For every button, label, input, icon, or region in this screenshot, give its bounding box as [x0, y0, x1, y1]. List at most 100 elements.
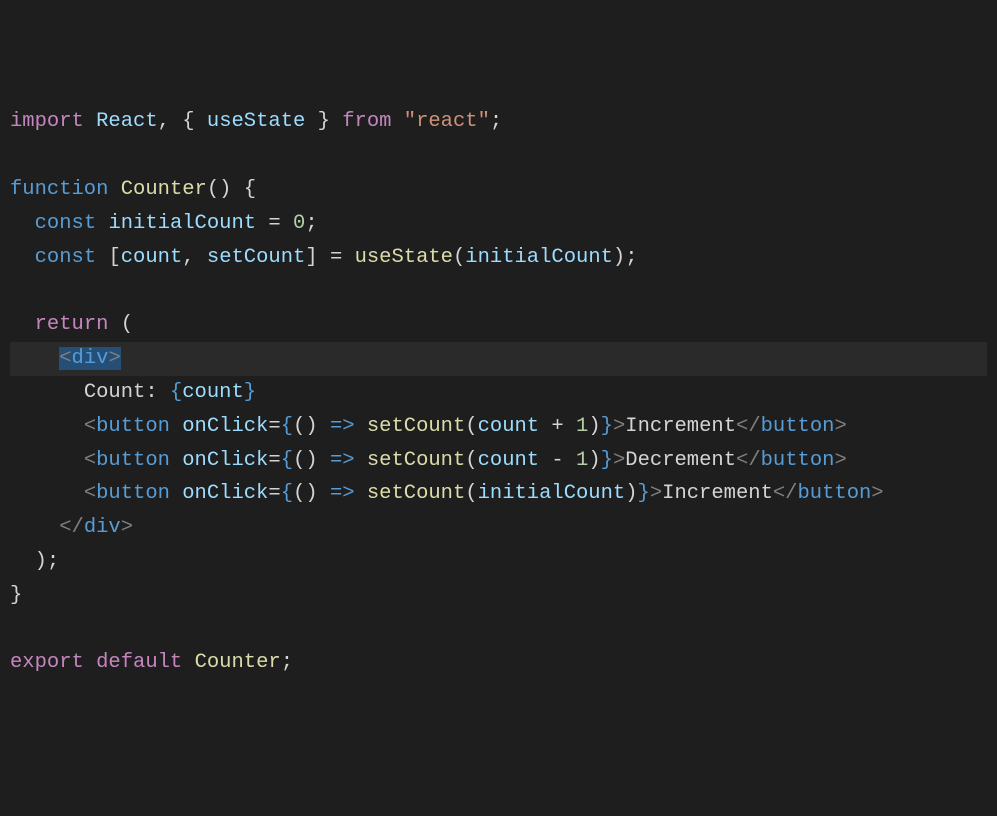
- keyword-const: const: [35, 212, 97, 235]
- paren: (: [293, 449, 305, 472]
- keyword-return: return: [35, 313, 109, 336]
- code-line: const initialCount = 0;: [10, 207, 987, 241]
- jsx-bracket: <: [59, 347, 71, 370]
- operator: =: [268, 212, 280, 235]
- identifier: initialCount: [478, 482, 626, 505]
- function-call: setCount: [367, 482, 465, 505]
- jsx-bracket: >: [613, 415, 625, 438]
- code-line: <button onClick={() => setCount(count - …: [10, 444, 987, 478]
- paren: (: [465, 415, 477, 438]
- paren: ): [305, 449, 317, 472]
- function-call: setCount: [367, 415, 465, 438]
- code-line: export default Counter;: [10, 646, 987, 680]
- jsx-text: Increment: [625, 415, 736, 438]
- code-line: <button onClick={() => setCount(initialC…: [10, 477, 987, 511]
- arrow: =>: [330, 482, 355, 505]
- identifier: initialCount: [465, 246, 613, 269]
- identifier: initialCount: [108, 212, 256, 235]
- jsx-brace: {: [170, 381, 182, 404]
- jsx-tag: div: [72, 347, 109, 370]
- keyword-function: function: [10, 178, 108, 201]
- semicolon: ;: [625, 246, 637, 269]
- arrow: =>: [330, 415, 355, 438]
- paren: (: [293, 482, 305, 505]
- bracket: [: [108, 246, 120, 269]
- keyword-export: export: [10, 651, 84, 674]
- semicolon: ;: [490, 110, 502, 133]
- comma: ,: [158, 110, 170, 133]
- paren: (: [465, 449, 477, 472]
- jsx-tag: button: [96, 449, 170, 472]
- identifier: count: [478, 449, 540, 472]
- code-line: <button onClick={() => setCount(count + …: [10, 410, 987, 444]
- jsx-attr: onClick: [182, 482, 268, 505]
- operator: -: [551, 449, 563, 472]
- brace: {: [182, 110, 194, 133]
- number: 1: [576, 449, 588, 472]
- keyword-from: from: [342, 110, 391, 133]
- code-line: </div>: [10, 511, 987, 545]
- jsx-bracket: >: [108, 347, 120, 370]
- jsx-tag: div: [84, 516, 121, 539]
- jsx-attr: onClick: [182, 415, 268, 438]
- jsx-bracket: >: [834, 415, 846, 438]
- jsx-bracket: <: [84, 482, 96, 505]
- jsx-tag: button: [96, 482, 170, 505]
- operator: =: [268, 415, 280, 438]
- paren: ): [219, 178, 231, 201]
- jsx-tag: button: [96, 415, 170, 438]
- jsx-bracket: >: [121, 516, 133, 539]
- operator: =: [330, 246, 342, 269]
- semicolon: ;: [281, 651, 293, 674]
- jsx-text: Count:: [84, 381, 170, 404]
- jsx-brace: }: [601, 449, 613, 472]
- code-line: );: [10, 545, 987, 579]
- keyword-default: default: [96, 651, 182, 674]
- paren: (: [453, 246, 465, 269]
- number: 0: [293, 212, 305, 235]
- paren: ): [588, 449, 600, 472]
- comma: ,: [182, 246, 194, 269]
- string: "react": [404, 110, 490, 133]
- code-line: [10, 139, 987, 173]
- paren: ): [305, 482, 317, 505]
- jsx-tag: button: [797, 482, 871, 505]
- code-line: import React, { useState } from "react";: [10, 105, 987, 139]
- jsx-attr: onClick: [182, 449, 268, 472]
- semicolon: ;: [47, 550, 59, 573]
- operator: +: [551, 415, 563, 438]
- brace: }: [10, 584, 22, 607]
- jsx-text: Decrement: [625, 449, 736, 472]
- identifier: React: [96, 110, 158, 133]
- bracket: ]: [305, 246, 317, 269]
- paren: (: [465, 482, 477, 505]
- code-line: function Counter() {: [10, 173, 987, 207]
- jsx-bracket: >: [613, 449, 625, 472]
- jsx-bracket: >: [650, 482, 662, 505]
- jsx-brace: {: [281, 482, 293, 505]
- paren: ): [588, 415, 600, 438]
- jsx-tag: button: [761, 449, 835, 472]
- jsx-text: Increment: [662, 482, 773, 505]
- code-line: [10, 275, 987, 309]
- jsx-bracket: <: [84, 415, 96, 438]
- function-call: useState: [355, 246, 453, 269]
- identifier: count: [182, 381, 244, 404]
- code-line: }: [10, 579, 987, 613]
- jsx-brace: }: [244, 381, 256, 404]
- identifier: useState: [207, 110, 305, 133]
- jsx-bracket: </: [773, 482, 798, 505]
- identifier: count: [478, 415, 540, 438]
- paren: ): [625, 482, 637, 505]
- jsx-bracket: >: [834, 449, 846, 472]
- brace: {: [244, 178, 256, 201]
- number: 1: [576, 415, 588, 438]
- keyword-const: const: [35, 246, 97, 269]
- paren: ): [613, 246, 625, 269]
- identifier: Counter: [195, 651, 281, 674]
- code-line: [10, 613, 987, 647]
- paren: (: [293, 415, 305, 438]
- code-line-current: <div>: [10, 342, 987, 376]
- identifier: count: [121, 246, 183, 269]
- code-editor[interactable]: import React, { useState } from "react";…: [10, 105, 987, 680]
